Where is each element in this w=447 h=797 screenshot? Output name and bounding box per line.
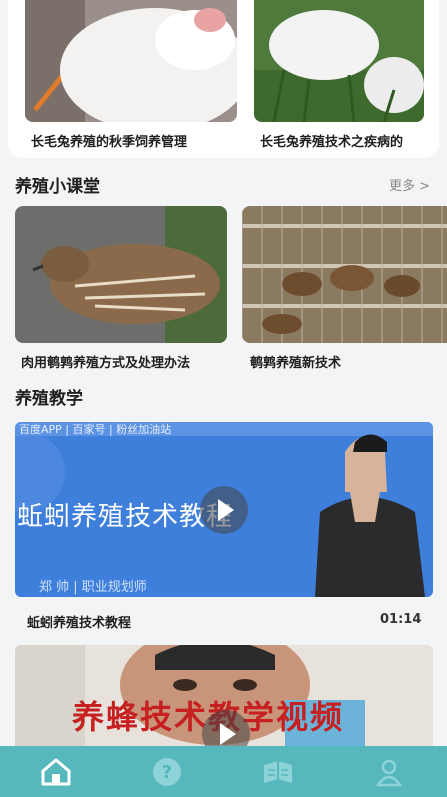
tab-questions[interactable]: ?: [111, 746, 222, 797]
tab-home[interactable]: [0, 746, 111, 797]
rabbit-grass-image: [254, 0, 424, 122]
video-duration: 01:14: [380, 612, 422, 627]
svg-text:?: ?: [161, 762, 171, 783]
video-thumbnail-beekeeping[interactable]: 养蜂技术教学视频: [15, 645, 433, 746]
video-title[interactable]: 蚯蚓养殖技术教程: [27, 612, 267, 631]
rabbit-image: [25, 0, 237, 122]
more-link[interactable]: 更多 >: [389, 175, 430, 194]
user-icon: [375, 759, 402, 786]
article-thumbnail-rabbit-2[interactable]: [254, 0, 424, 122]
course-title[interactable]: 鹌鹑养殖新技术: [250, 352, 440, 371]
tab-library[interactable]: [222, 746, 333, 797]
video-thumbnail-earthworm[interactable]: 百度APP | 百家号 | 粉丝加油站 蚯蚓养殖技术教程 郑 帅 | 职业规划师: [15, 422, 433, 597]
quail-image: [15, 206, 227, 343]
home-icon: [41, 758, 70, 785]
article-thumbnail-rabbit-1[interactable]: [25, 0, 237, 122]
section-title-teaching: 养殖教学: [15, 389, 83, 409]
section-title-classroom: 养殖小课堂: [15, 177, 100, 197]
video-lower-text: 郑 帅 | 职业规划师: [39, 580, 147, 595]
tab-profile[interactable]: [333, 746, 444, 797]
video-header-text: 百度APP | 百家号 | 粉丝加油站: [19, 423, 172, 436]
course-thumbnail-quail[interactable]: [15, 206, 227, 343]
article-title[interactable]: 长毛兔养殖技术之疾病的: [260, 131, 438, 150]
book-icon: [263, 760, 292, 783]
article-title[interactable]: 长毛兔养殖的秋季饲养管理: [31, 131, 241, 150]
bottom-tab-bar: ?: [0, 746, 447, 797]
course-title[interactable]: 肉用鹌鹑养殖方式及处理办法: [21, 352, 227, 371]
course-thumbnail-quail-cage[interactable]: [242, 206, 447, 343]
top-article-card: 长毛兔养殖的秋季饲养管理 长毛兔养殖技术之疾病的: [8, 0, 439, 158]
play-icon[interactable]: [200, 486, 248, 534]
question-icon: ?: [152, 757, 181, 786]
quail-cage-image: [242, 206, 447, 343]
